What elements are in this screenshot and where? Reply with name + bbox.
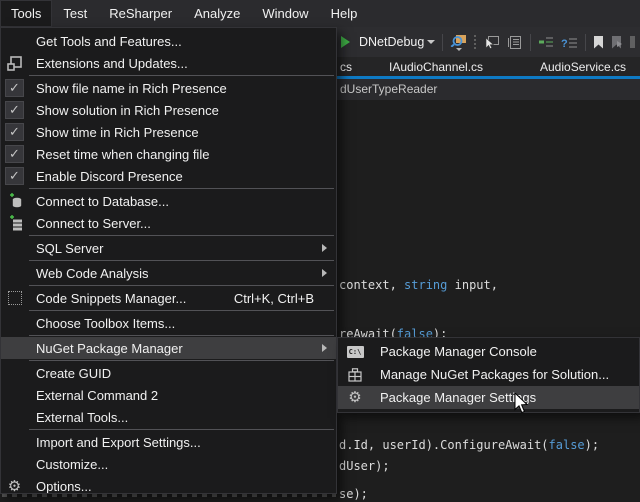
menu-item-extensions-and-updates[interactable]: Extensions and Updates... (1, 52, 336, 74)
tab-iaudiochannel[interactable]: IAudioChannel.cs (389, 57, 483, 76)
bookmark-icon (593, 36, 604, 49)
navigate-pointer-button[interactable] (483, 35, 500, 50)
toolbar-separator (530, 34, 531, 51)
menu-item-customize[interactable]: Customize... (1, 453, 336, 475)
find-in-files-icon (450, 34, 467, 47)
chevron-down-icon (456, 48, 462, 51)
menu-item-options[interactable]: ⚙ Options... (1, 475, 336, 494)
menu-separator (29, 235, 334, 236)
toolbar-separator (585, 34, 586, 51)
menu-item-import-and-export-settings[interactable]: Import and Export Settings... (1, 431, 336, 453)
menu-item-nuget-package-manager[interactable]: NuGet Package Manager (1, 337, 336, 359)
menu-item-web-code-analysis[interactable]: Web Code Analysis (1, 262, 336, 284)
menu-item-external-command-2[interactable]: External Command 2 (1, 384, 336, 406)
package-icon (344, 366, 366, 383)
menu-item-show-time-rich-presence[interactable]: ✓ Show time in Rich Presence (1, 121, 336, 143)
menubar-item-window[interactable]: Window (251, 0, 319, 27)
menu-item-get-tools-and-features[interactable]: Get Tools and Features... (1, 30, 336, 52)
svg-text:?: ? (561, 38, 568, 49)
code-line: se); (339, 487, 368, 502)
comment-help-button[interactable]: ? (561, 36, 578, 49)
gear-icon: ⚙ (5, 477, 24, 494)
bookmark-next-icon (611, 36, 623, 49)
chevron-down-icon (427, 40, 435, 44)
gear-icon: ⚙ (344, 389, 366, 406)
menubar-item-resharper[interactable]: ReSharper (98, 0, 183, 27)
menu-separator (29, 260, 334, 261)
snippets-icon (5, 289, 24, 307)
check-icon: ✓ (5, 79, 24, 97)
menu-item-package-manager-settings[interactable]: ⚙ Package Manager Settings (338, 386, 639, 409)
tools-menu-popup: Get Tools and Features... Extensions and… (0, 27, 337, 494)
toggle-bookmark-button[interactable] (593, 36, 604, 49)
next-bookmark-button[interactable] (611, 36, 623, 49)
menubar-item-help[interactable]: Help (320, 0, 369, 27)
menu-separator (29, 285, 334, 286)
menu-item-create-guid[interactable]: Create GUID (1, 362, 336, 384)
menu-item-show-file-name-rich-presence[interactable]: ✓ Show file name in Rich Presence (1, 77, 336, 99)
toolbar-grip[interactable] (474, 35, 476, 49)
menu-item-show-solution-rich-presence[interactable]: ✓ Show solution in Rich Presence (1, 99, 336, 121)
menu-separator (29, 75, 334, 76)
toolbar-separator (442, 34, 443, 51)
check-icon: ✓ (5, 101, 24, 119)
menu-bar: Tools Test ReSharper Analyze Window Help (0, 0, 640, 27)
menubar-item-test[interactable]: Test (52, 0, 98, 27)
find-in-files-button[interactable] (450, 34, 467, 51)
menu-item-external-tools[interactable]: External Tools... (1, 406, 336, 428)
database-add-icon (5, 192, 24, 210)
indent-lines-icon (538, 36, 554, 48)
submenu-arrow-icon (322, 269, 327, 277)
submenu-arrow-icon (322, 344, 327, 352)
menu-separator (29, 310, 334, 311)
menu-item-connect-to-server[interactable]: Connect to Server... (1, 212, 336, 234)
tab-clipped[interactable]: cs (340, 57, 352, 76)
run-config-label: DNetDebug (359, 35, 424, 49)
code-line: dUser); (339, 459, 390, 474)
document-lines-icon (507, 35, 523, 50)
menu-item-connect-to-database[interactable]: Connect to Database... (1, 190, 336, 212)
menu-separator (29, 188, 334, 189)
check-icon: ✓ (5, 167, 24, 185)
code-line: d.Id, userId).ConfigureAwait(false); (339, 438, 599, 453)
document-tab-bar: cs IAudioChannel.cs AudioService.cs (337, 57, 640, 76)
shortcut-label: Ctrl+K, Ctrl+B (234, 291, 330, 306)
pointer-frame-icon (483, 35, 500, 50)
mouse-cursor (514, 393, 528, 419)
menu-item-sql-server[interactable]: SQL Server (1, 237, 336, 259)
menu-item-manage-nuget-packages-for-solution[interactable]: Manage NuGet Packages for Solution... (338, 363, 639, 386)
menubar-item-tools[interactable]: Tools (0, 0, 52, 27)
submenu-arrow-icon (322, 244, 327, 252)
menu-item-package-manager-console[interactable]: C:\ Package Manager Console (338, 340, 639, 363)
nuget-submenu-popup: C:\ Package Manager Console Manage NuGet… (337, 337, 640, 413)
tab-audioservice[interactable]: AudioService.cs (540, 57, 626, 76)
menu-item-enable-discord-presence[interactable]: ✓ Enable Discord Presence (1, 165, 336, 187)
extensions-icon (5, 54, 24, 72)
menu-item-choose-toolbox-items[interactable]: Choose Toolbox Items... (1, 312, 336, 334)
console-icon: C:\ (344, 343, 366, 360)
menu-separator (29, 335, 334, 336)
vs-ide-window: { "colors": { "accent_blue": "#0e7ac4", … (0, 0, 640, 497)
menubar-item-analyze[interactable]: Analyze (183, 0, 251, 27)
server-add-icon (5, 214, 24, 232)
check-icon: ✓ (5, 123, 24, 141)
menu-separator (29, 429, 334, 430)
code-line: context, string input, (339, 278, 498, 293)
question-lines-icon: ? (561, 36, 578, 49)
indent-button[interactable] (538, 36, 554, 48)
menu-item-reset-time-when-changing-file[interactable]: ✓ Reset time when changing file (1, 143, 336, 165)
check-icon: ✓ (5, 145, 24, 163)
menu-separator (29, 360, 334, 361)
menu-item-code-snippets-manager[interactable]: Code Snippets Manager... Ctrl+K, Ctrl+B (1, 287, 336, 309)
code-editor[interactable]: context, string input, reAwait(false); d… (337, 100, 640, 497)
clipped-toolbar-icon (630, 36, 635, 48)
copy-document-button[interactable] (507, 35, 523, 50)
run-config-dropdown[interactable]: DNetDebug (357, 35, 435, 49)
start-debug-icon[interactable] (341, 36, 350, 48)
breadcrumb[interactable]: dUserTypeReader (340, 82, 437, 96)
